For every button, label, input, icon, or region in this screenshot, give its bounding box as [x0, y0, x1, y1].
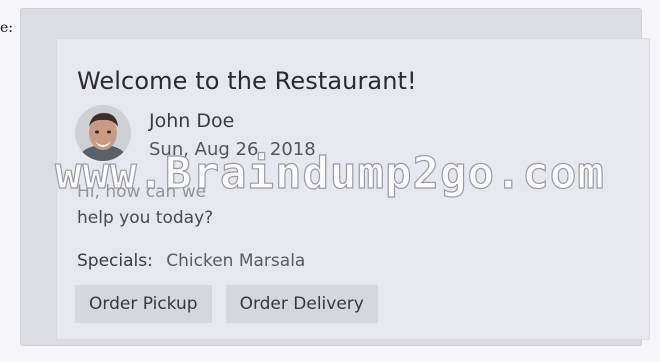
- user-name: John Doe: [149, 110, 235, 132]
- screenshot-stage: e: Welcome to the Restaurant! John Doe S…: [0, 0, 660, 362]
- message-line-2: help you today?: [77, 208, 214, 228]
- message-line-1: Hi, how can we: [77, 182, 207, 202]
- screen-bezel: Welcome to the Restaurant! John Doe Sun,…: [20, 8, 650, 346]
- order-delivery-button[interactable]: Order Delivery: [225, 285, 378, 323]
- adaptive-card: Welcome to the Restaurant! John Doe Sun,…: [56, 38, 650, 340]
- avatar-photo-icon: [75, 105, 131, 161]
- user-avatar: [75, 105, 131, 161]
- specials-row: Specials: Chicken Marsala: [77, 251, 305, 271]
- card-message: Hi, how can we help you today?: [77, 179, 637, 231]
- specials-label: Specials:: [77, 251, 153, 271]
- card-title: Welcome to the Restaurant!: [77, 67, 417, 95]
- edge-label: e:: [0, 20, 14, 36]
- card-actions: Order Pickup Order Delivery: [75, 285, 378, 323]
- specials-value: Chicken Marsala: [166, 251, 306, 271]
- post-date: Sun, Aug 26, 2018: [149, 139, 316, 160]
- order-pickup-button[interactable]: Order Pickup: [75, 285, 212, 323]
